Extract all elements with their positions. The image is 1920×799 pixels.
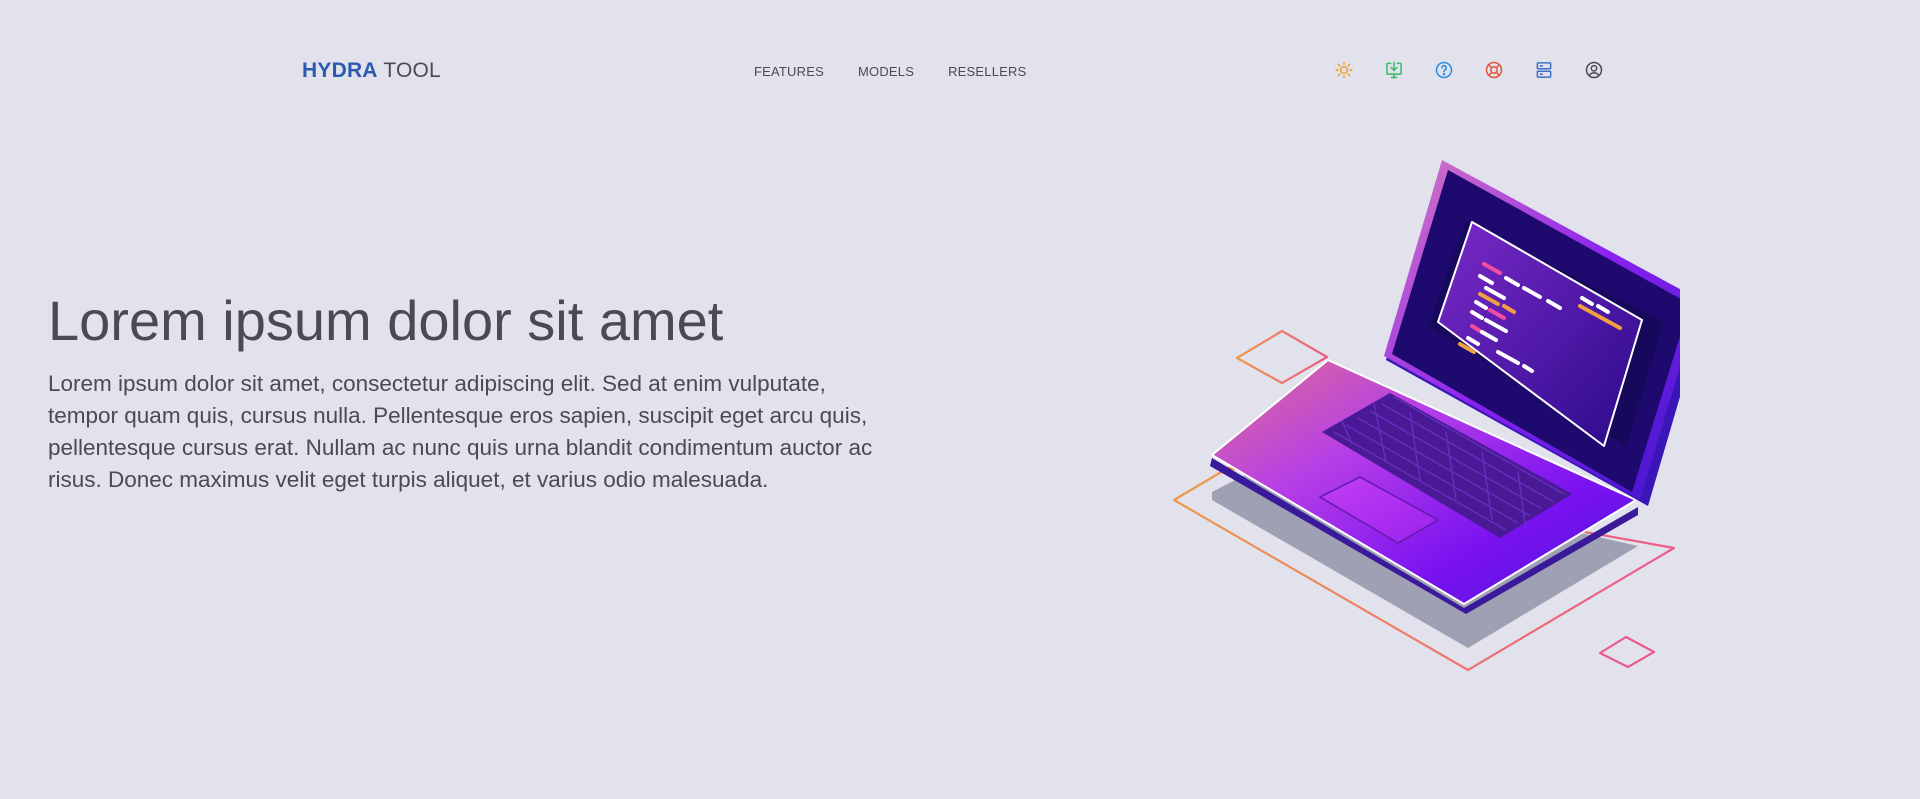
nav-features[interactable]: FEATURES bbox=[754, 64, 824, 80]
user-circle-icon bbox=[1585, 61, 1603, 79]
help-button[interactable] bbox=[1434, 60, 1454, 80]
logo[interactable]: HYDRA TOOL bbox=[302, 58, 441, 84]
support-button[interactable] bbox=[1484, 60, 1504, 80]
theme-toggle-button[interactable] bbox=[1334, 60, 1354, 80]
nav-models[interactable]: MODELS bbox=[858, 64, 914, 80]
hero-title: Lorem ipsum dolor sit amet bbox=[48, 289, 724, 352]
main-nav: FEATURES MODELS RESELLERS bbox=[754, 64, 1027, 80]
logo-brand: HYDRA bbox=[302, 59, 378, 82]
server-icon bbox=[1536, 62, 1552, 78]
download-icon bbox=[1386, 61, 1402, 79]
sun-icon bbox=[1335, 61, 1353, 79]
help-circle-icon bbox=[1435, 61, 1453, 79]
hero-description: Lorem ipsum dolor sit amet, consectetur … bbox=[48, 371, 873, 492]
download-button[interactable] bbox=[1384, 60, 1404, 80]
header-icon-bar bbox=[1334, 60, 1604, 80]
account-button[interactable] bbox=[1584, 60, 1604, 80]
server-button[interactable] bbox=[1534, 60, 1554, 80]
lifebuoy-icon bbox=[1485, 61, 1503, 79]
landing-page: HYDRA TOOL FEATURES MODELS RESELLERS Lor… bbox=[0, 0, 1920, 799]
laptop-illustration bbox=[1172, 160, 1680, 672]
floor-outline-small-right bbox=[1598, 635, 1656, 669]
nav-resellers[interactable]: RESELLERS bbox=[948, 64, 1026, 80]
logo-suffix: TOOL bbox=[383, 59, 441, 82]
